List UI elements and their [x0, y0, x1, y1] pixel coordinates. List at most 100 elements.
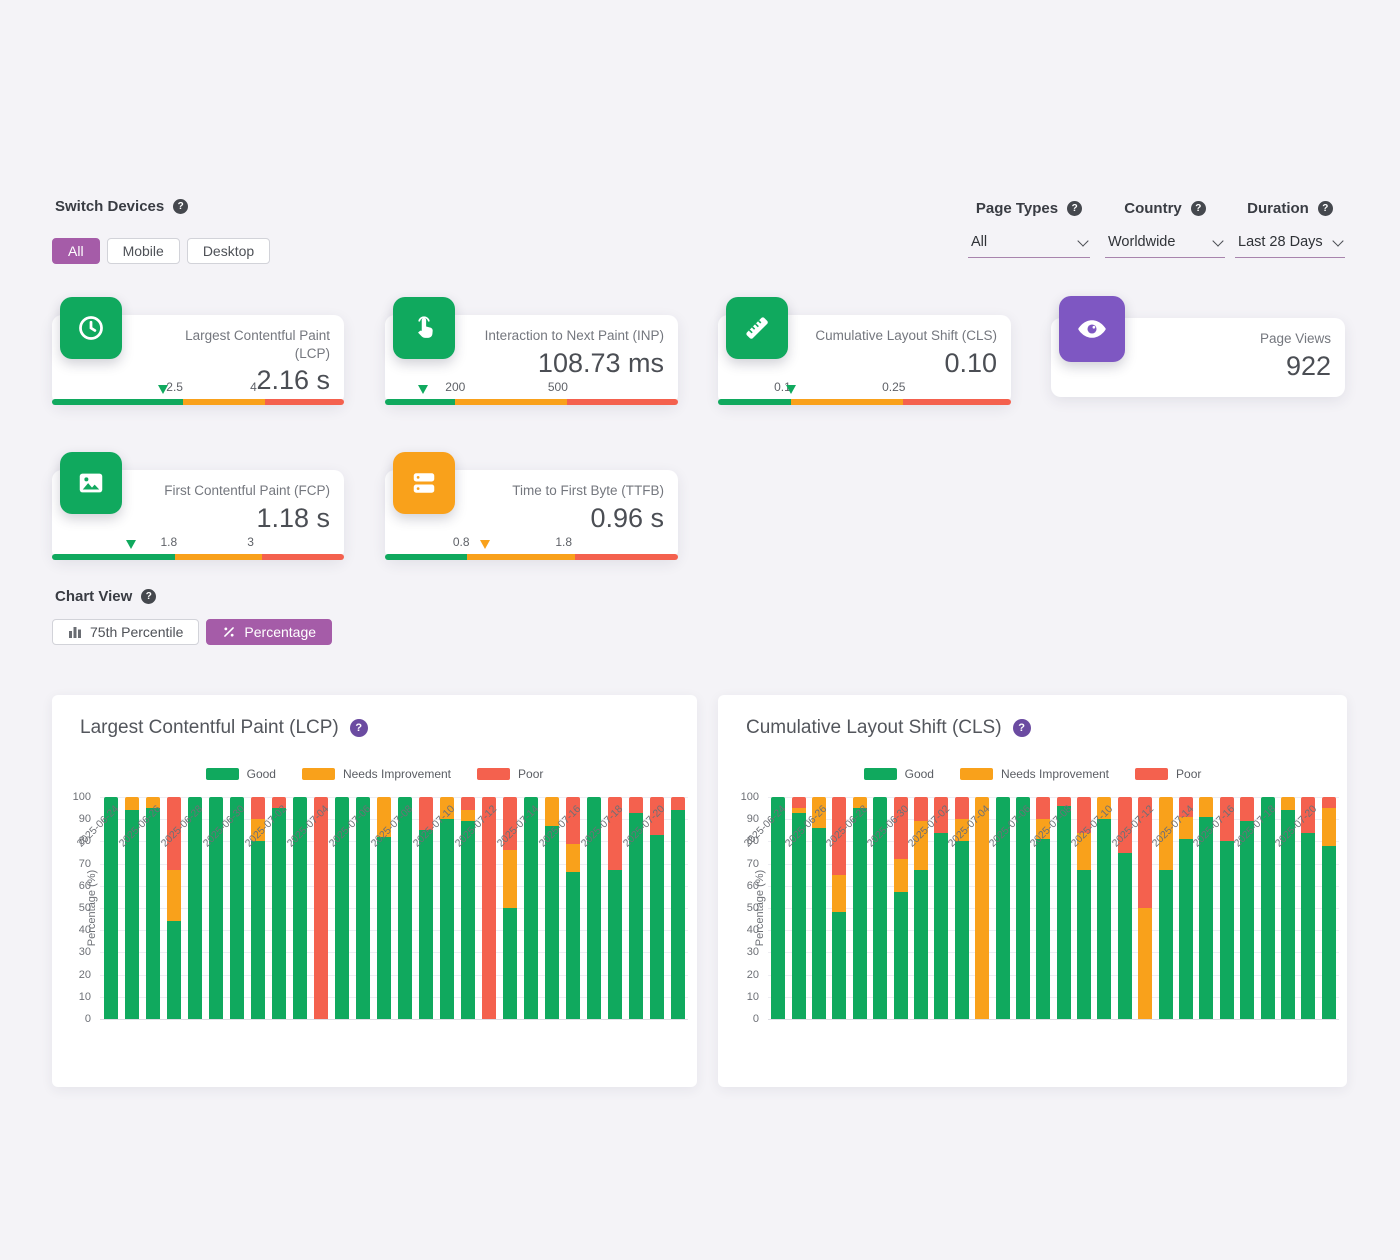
lcp-chart-plot: Percentage (%)01020304050607080901002025… — [100, 797, 688, 1019]
percentile-button[interactable]: 75th Percentile — [52, 619, 199, 645]
legend-label: Poor — [518, 767, 543, 781]
bar-2025-06-30[interactable] — [230, 797, 244, 1019]
tap-icon — [393, 297, 455, 359]
bar-2025-07-10[interactable] — [440, 797, 454, 1019]
bar-2025-06-24[interactable] — [771, 797, 785, 1019]
threshold-label: 200 — [445, 380, 465, 394]
poor-segment — [575, 554, 678, 560]
bar-chart-icon — [68, 625, 82, 639]
bar-2025-06-28[interactable] — [853, 797, 867, 1019]
metric-value: 2.16 s — [256, 365, 330, 396]
bar-2025-07-21[interactable] — [1322, 797, 1336, 1019]
y-tick-label: 100 — [741, 791, 759, 803]
duration-select[interactable]: Last 28 Days — [1235, 232, 1345, 258]
bar-2025-07-16[interactable] — [1220, 797, 1234, 1019]
legend-item-good[interactable]: Good — [864, 767, 934, 781]
metric-title: First Contentful Paint (FCP) — [164, 482, 330, 500]
bar-2025-07-18[interactable] — [1261, 797, 1275, 1019]
page-types-help-icon[interactable]: ? — [1067, 201, 1082, 216]
bar-2025-07-04[interactable] — [975, 797, 989, 1019]
legend-item-poor[interactable]: Poor — [1135, 767, 1201, 781]
threshold-bar — [385, 554, 678, 560]
needs-improvement-segment — [791, 399, 902, 405]
chart-view-help-icon[interactable]: ? — [141, 589, 156, 604]
y-tick-label: 0 — [753, 1013, 759, 1025]
page-types-select[interactable]: All — [968, 232, 1090, 258]
bar-2025-07-21[interactable] — [671, 797, 685, 1019]
percent-icon — [222, 625, 236, 639]
legend-item-good[interactable]: Good — [206, 767, 276, 781]
country-filter: Country? Worldwide — [1105, 198, 1225, 258]
bar-2025-06-26[interactable] — [812, 797, 826, 1019]
y-tick-label: 70 — [79, 858, 91, 870]
legend-item-poor[interactable]: Poor — [477, 767, 543, 781]
threshold-label: 0.25 — [882, 380, 905, 394]
duration-label-row: Duration? — [1235, 198, 1345, 218]
device-button-desktop[interactable]: Desktop — [187, 238, 270, 264]
bar-2025-07-12[interactable] — [1138, 797, 1152, 1019]
ruler-icon — [726, 297, 788, 359]
bar-2025-07-04[interactable] — [314, 797, 328, 1019]
lcp-chart-help-icon[interactable]: ? — [350, 719, 368, 737]
metric-card-ttfb: Time to First Byte (TTFB)0.96 s0.81.8 — [385, 470, 678, 560]
duration-filter: Duration? Last 28 Days — [1235, 198, 1345, 258]
country-label: Country — [1124, 200, 1182, 217]
metric-card-content: Interaction to Next Paint (INP)108.73 ms — [485, 327, 664, 379]
cls-chart-title: Cumulative Layout Shift (CLS) — [746, 717, 1002, 739]
bar-2025-06-24[interactable] — [104, 797, 118, 1019]
chevron-down-icon — [1212, 235, 1223, 246]
page-types-filter: Page Types?All — [968, 198, 1090, 258]
bar-2025-07-14[interactable] — [524, 797, 538, 1019]
bar-2025-07-06[interactable] — [1016, 797, 1030, 1019]
metric-card-content: Cumulative Layout Shift (CLS)0.10 — [815, 327, 997, 379]
threshold-marker-icon — [418, 385, 428, 394]
bar-2025-07-14[interactable] — [1179, 797, 1193, 1019]
bar-2025-06-26[interactable] — [146, 797, 160, 1019]
duration-help-icon[interactable]: ? — [1318, 201, 1333, 216]
bar-2025-07-18[interactable] — [608, 797, 622, 1019]
switch-devices-help-icon[interactable]: ? — [173, 199, 188, 214]
bar-2025-07-08[interactable] — [1057, 797, 1071, 1019]
bar-2025-07-20[interactable] — [650, 797, 664, 1019]
country-label-row: Country? — [1105, 198, 1225, 218]
bar-2025-07-02[interactable] — [934, 797, 948, 1019]
bar-2025-07-06[interactable] — [356, 797, 370, 1019]
good-segment — [385, 399, 455, 405]
bar-2025-07-12[interactable] — [482, 797, 496, 1019]
poor-segment — [262, 554, 344, 560]
country-help-icon[interactable]: ? — [1191, 201, 1206, 216]
legend-label: Good — [247, 767, 276, 781]
metric-card-content: First Contentful Paint (FCP)1.18 s — [164, 482, 330, 534]
chart-view-label: Chart View — [55, 588, 132, 605]
metric-card-lcp: Largest Contentful Paint (LCP)2.16 s2.54 — [52, 315, 344, 405]
y-tick-label: 0 — [85, 1013, 91, 1025]
device-button-all[interactable]: All — [52, 238, 100, 264]
bar-2025-07-10[interactable] — [1097, 797, 1111, 1019]
legend-item-needs-improvement[interactable]: Needs Improvement — [960, 767, 1109, 781]
cls-chart-help-icon[interactable]: ? — [1013, 719, 1031, 737]
bar-2025-06-30[interactable] — [894, 797, 908, 1019]
metric-value: 108.73 ms — [538, 348, 664, 379]
dashboard-page: { "ui": { "help_glyph": "?" }, "colors":… — [0, 0, 1400, 1260]
bar-2025-07-08[interactable] — [398, 797, 412, 1019]
chart-view-block: Chart View ? — [55, 588, 156, 605]
bar-2025-06-28[interactable] — [188, 797, 202, 1019]
legend-item-needs-improvement[interactable]: Needs Improvement — [302, 767, 451, 781]
lcp-chart-title: Largest Contentful Paint (LCP) — [80, 717, 339, 739]
device-button-mobile[interactable]: Mobile — [107, 238, 180, 264]
metric-card-fcp: First Contentful Paint (FCP)1.18 s1.83 — [52, 470, 344, 560]
cls-chart-plot: Percentage (%)01020304050607080901002025… — [768, 797, 1339, 1019]
y-tick-label: 10 — [747, 991, 759, 1003]
bar-2025-07-02[interactable] — [272, 797, 286, 1019]
bar-2025-07-16[interactable] — [566, 797, 580, 1019]
country-select[interactable]: Worldwide — [1105, 232, 1225, 258]
chart-view-button-group: 75th Percentile Percentage — [52, 619, 332, 645]
threshold-label: 1.8 — [555, 535, 572, 549]
legend-swatch — [864, 768, 897, 780]
percentage-button[interactable]: Percentage — [206, 619, 332, 645]
percentile-button-label: 75th Percentile — [90, 624, 183, 640]
y-tick-label: 30 — [79, 946, 91, 958]
needs-improvement-segment — [467, 554, 575, 560]
bar-2025-07-20[interactable] — [1301, 797, 1315, 1019]
good-segment — [52, 554, 175, 560]
